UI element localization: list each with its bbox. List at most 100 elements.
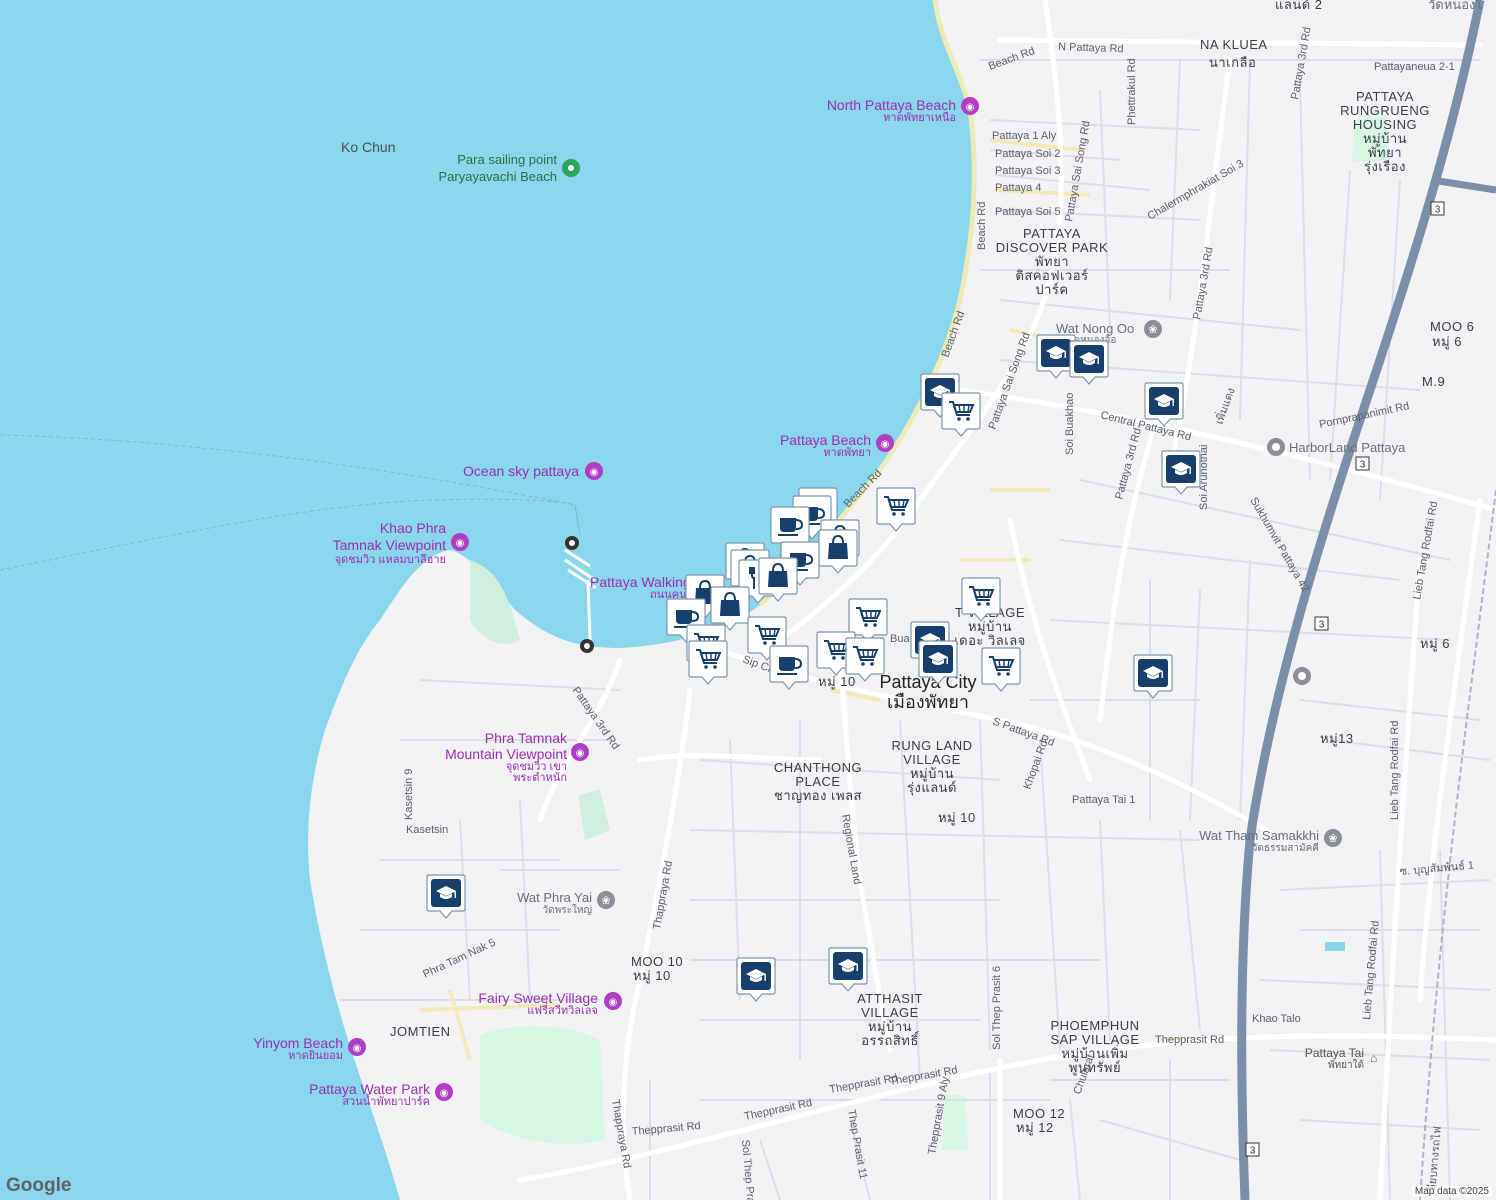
svg-text:◉: ◉: [440, 1088, 449, 1099]
road-soi-buakhao: Soi Buakhao: [1064, 393, 1076, 455]
svg-text:◉: ◉: [966, 102, 975, 113]
listing-pin-school[interactable]: [1069, 340, 1109, 385]
svg-text:RUNG LAND: RUNG LAND: [891, 738, 972, 753]
road-khao-talo: Khao Talo: [1252, 1013, 1301, 1025]
label-moo6-right: หมู่ 6: [1420, 636, 1450, 652]
svg-text:❀: ❀: [601, 895, 610, 907]
listing-pin-school[interactable]: [1036, 334, 1076, 379]
svg-text:PATTAYA: PATTAYA: [1356, 89, 1414, 104]
label-na-kluea: NA KLUEA: [1200, 37, 1268, 52]
svg-text:❀: ❀: [1328, 833, 1337, 845]
label-ko-chun: Ko Chun: [341, 139, 395, 155]
google-logo: Google: [6, 1175, 72, 1196]
svg-text:Wat Tham Samakkhi: Wat Tham Samakkhi: [1199, 828, 1319, 843]
listing-pin-school[interactable]: [918, 640, 958, 685]
svg-text:รุ่งเรือง: รุ่งเรือง: [1364, 159, 1406, 175]
svg-text:◉: ◉: [590, 467, 599, 478]
label-moo10-th: หมู่ 10: [633, 968, 671, 984]
svg-text:Paryayavachi Beach: Paryayavachi Beach: [438, 169, 557, 184]
svg-text:วัดธรรมสามัคคี: วัดธรรมสามัคคี: [1252, 842, 1319, 854]
svg-text:❀: ❀: [1148, 324, 1157, 336]
listing-pin-school[interactable]: [828, 947, 868, 992]
poi-pier-1[interactable]: [565, 536, 579, 550]
svg-text:3: 3: [1319, 620, 1325, 631]
svg-text:วัดพระใหญ่: วัดพระใหญ่: [543, 904, 592, 916]
svg-text:◉: ◉: [609, 997, 618, 1008]
label-na-kluea-th: นาเกลือ: [1209, 55, 1256, 70]
listing-pin-cart[interactable]: [845, 637, 885, 682]
label-atthasit-village: ATTHASIT VILLAGE หมู่บ้าน อรรถสิทธิ์: [857, 991, 923, 1048]
svg-text:Wat Nong Oo: Wat Nong Oo: [1056, 321, 1134, 336]
route-shield-3a: 3: [1430, 201, 1445, 216]
listing-pin-school[interactable]: [1161, 450, 1201, 495]
svg-text:◉: ◉: [456, 538, 465, 549]
svg-text:HarborLand Pattaya: HarborLand Pattaya: [1289, 440, 1406, 455]
label-moo12-en: MOO 12: [1013, 1106, 1065, 1121]
svg-text:RUNGRUENG: RUNGRUENG: [1340, 103, 1430, 118]
label-jomtien: JOMTIEN: [390, 1024, 451, 1039]
svg-text:◉: ◉: [353, 1043, 362, 1054]
map-svg[interactable]: 3 3 3 3 Ko Chun NA KLUEA นาเกลือ แลนด์ 2…: [0, 0, 1496, 1200]
svg-text:Fairy Sweet Village: Fairy Sweet Village: [478, 990, 598, 1006]
svg-text:หาดยินยอม: หาดยินยอม: [288, 1050, 343, 1062]
svg-text:หาดพัทยาเหนือ: หาดพัทยาเหนือ: [883, 111, 956, 124]
poi-pier-2[interactable]: [580, 639, 594, 653]
map-canvas[interactable]: 3 3 3 3 Ko Chun NA KLUEA นาเกลือ แลนด์ 2…: [0, 0, 1496, 1200]
road-soi3: Pattaya Soi 3: [995, 165, 1060, 177]
svg-text:CHANTHONG: CHANTHONG: [774, 760, 862, 775]
svg-text:ดิสคอฟเวอร์: ดิสคอฟเวอร์: [1015, 268, 1088, 283]
svg-text:◉: ◉: [576, 748, 585, 759]
listing-pin-cart[interactable]: [981, 647, 1021, 692]
svg-text:จุดชมวิว แหลมบาลีฮาย: จุดชมวิว แหลมบาลีฮาย: [335, 553, 446, 566]
road-phettrakul: Phettrakul Rd: [1126, 58, 1138, 125]
road-pattaya-1-aly: Pattaya 1 Aly: [992, 130, 1057, 142]
svg-text:Mountain Viewpoint: Mountain Viewpoint: [445, 746, 567, 762]
road-pattayaneua: Pattayaneua 2-1: [1374, 61, 1455, 73]
listing-pin-school[interactable]: [736, 957, 776, 1002]
listing-pin-cart[interactable]: [961, 577, 1001, 622]
svg-text:ATTHASIT: ATTHASIT: [857, 991, 923, 1006]
label-land2: แลนด์ 2: [1275, 0, 1323, 12]
listing-pin-bag[interactable]: [758, 557, 798, 602]
road-beach-2: Beach Rd: [976, 202, 988, 250]
listing-pin-school[interactable]: [1144, 382, 1184, 427]
listing-pin-cart[interactable]: [876, 487, 916, 532]
listing-pin-school[interactable]: [426, 874, 466, 919]
svg-text:VILLAGE: VILLAGE: [861, 1005, 919, 1020]
label-moo10-center: หมู่ 10: [938, 810, 976, 826]
route-shield-3c: 3: [1314, 616, 1329, 631]
road-kasetsin: Kasetsin: [406, 824, 448, 836]
svg-text:⌂: ⌂: [1370, 1051, 1377, 1065]
listing-pin-cup[interactable]: [769, 645, 809, 690]
svg-text:DISCOVER PARK: DISCOVER PARK: [996, 240, 1108, 255]
route-shield-3b: 3: [1355, 456, 1370, 471]
svg-text:Tamnak Viewpoint: Tamnak Viewpoint: [333, 537, 446, 553]
svg-text:ชาญทอง เพลส: ชาญทอง เพลส: [774, 788, 862, 803]
poi-school-marker[interactable]: [1293, 667, 1311, 685]
svg-text:HOUSING: HOUSING: [1353, 117, 1417, 132]
road-soi4: Pattaya 4: [995, 182, 1041, 194]
svg-text:3: 3: [1360, 460, 1366, 471]
road-bua: Bua: [890, 633, 910, 645]
listing-pin-cart[interactable]: [688, 640, 728, 685]
svg-text:SAP VILLAGE: SAP VILLAGE: [1050, 1032, 1139, 1047]
svg-text:PATTAYA: PATTAYA: [1023, 226, 1081, 241]
svg-text:พระตำหนัก: พระตำหนัก: [513, 772, 567, 784]
svg-text:พัทยา: พัทยา: [1035, 254, 1069, 269]
svg-text:Pattaya Water Park: Pattaya Water Park: [309, 1081, 431, 1097]
svg-text:Para sailing point: Para sailing point: [457, 152, 557, 167]
svg-text:Pattaya Walking: Pattaya Walking: [590, 574, 691, 590]
svg-text:สวนน้ำพัทยาปาร์ค: สวนน้ำพัทยาปาร์ค: [342, 1093, 430, 1108]
listing-pin-cart[interactable]: [941, 392, 981, 437]
svg-text:North Pattaya Beach: North Pattaya Beach: [827, 97, 956, 113]
listing-pin-school[interactable]: [1133, 654, 1173, 699]
listing-pin-bag[interactable]: [710, 586, 750, 631]
listing-pin-bag[interactable]: [818, 529, 858, 574]
svg-text:แฟรี่สวีทวิลเลจ: แฟรี่สวีทวิลเลจ: [527, 1002, 598, 1017]
svg-text:หาดพัทยา: หาดพัทยา: [823, 447, 871, 459]
svg-text:Pattaya Tai: Pattaya Tai: [1305, 1046, 1364, 1060]
svg-text:พัทยาใต้: พัทยาใต้: [1328, 1059, 1364, 1071]
map-attribution[interactable]: Map data ©2025: [1411, 1186, 1492, 1197]
svg-text:Ocean sky pattaya: Ocean sky pattaya: [463, 463, 579, 479]
svg-text:Phra Tamnak: Phra Tamnak: [485, 730, 568, 746]
